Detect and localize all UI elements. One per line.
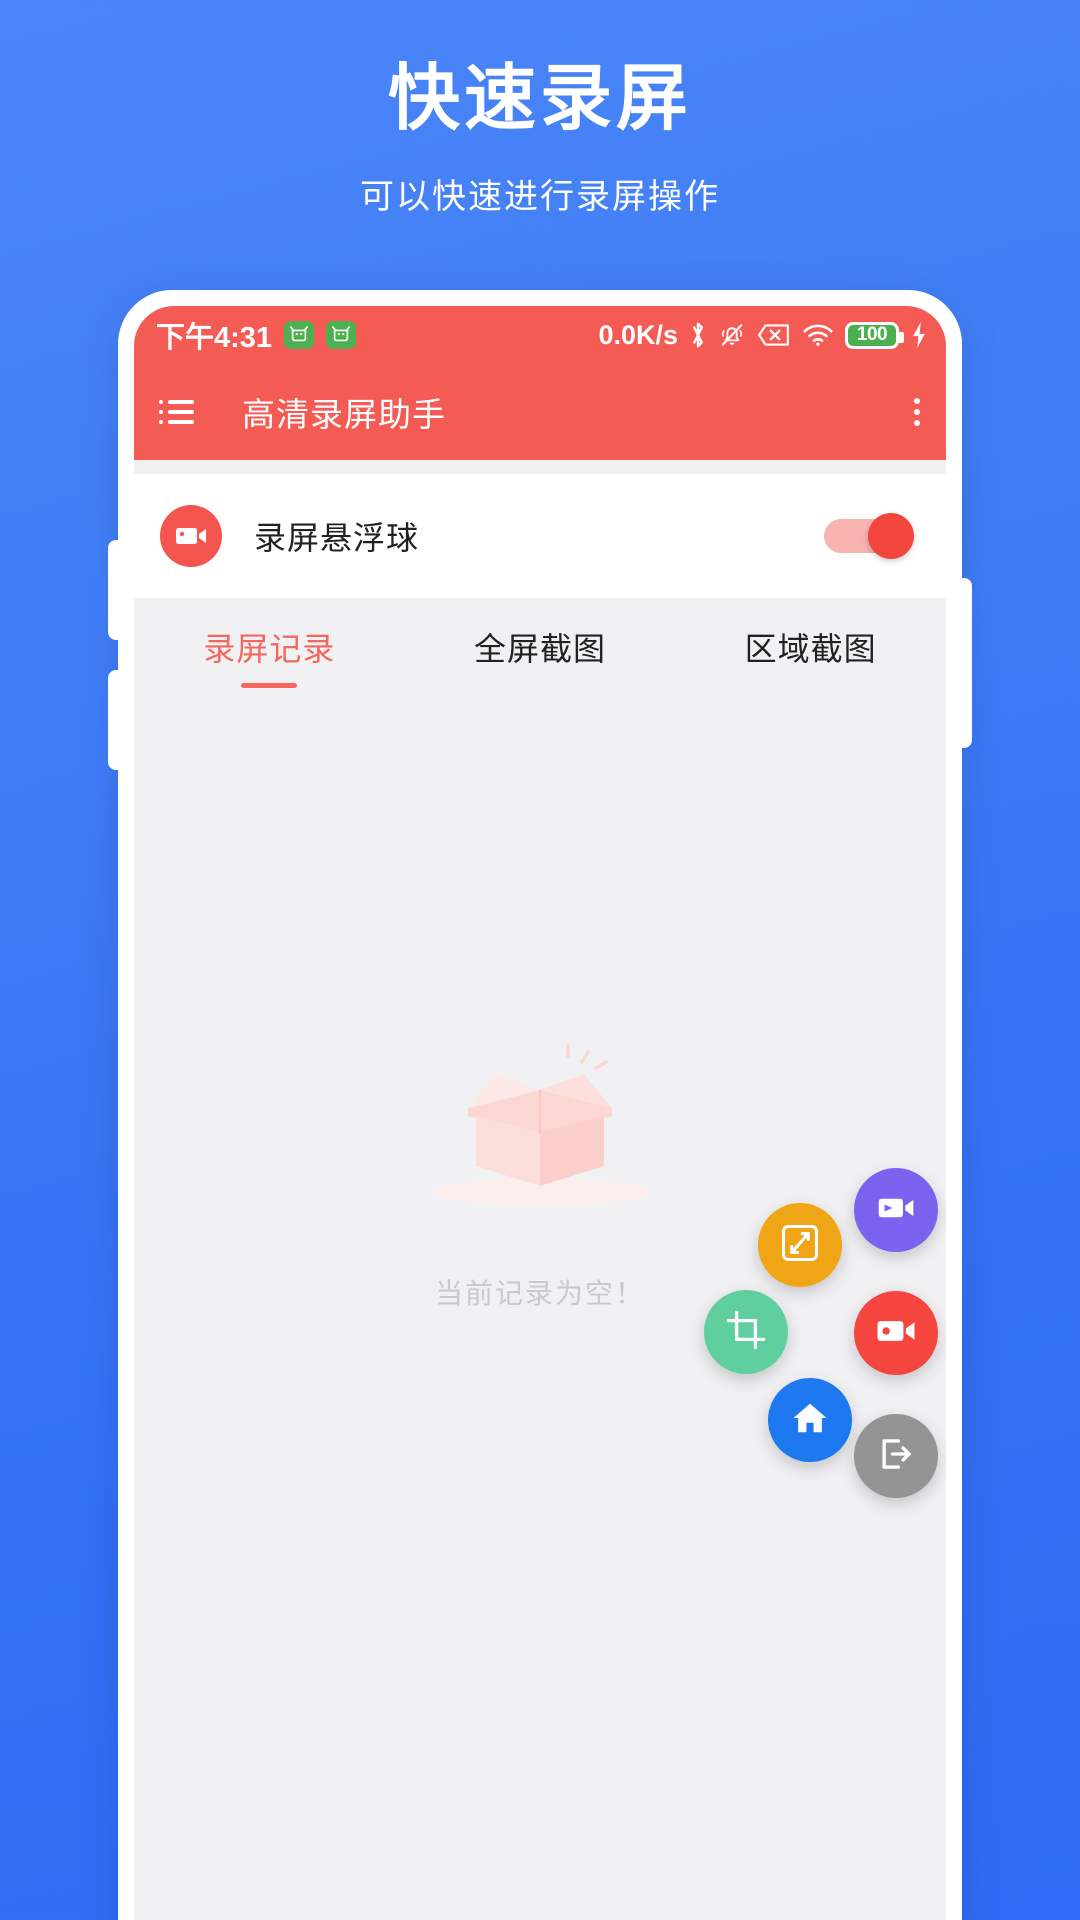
tab-bar: 录屏记录 全屏截图 区域截图 — [134, 598, 946, 716]
charging-bolt-icon — [910, 321, 928, 349]
empty-box-icon — [410, 1016, 670, 1216]
float-ball-card-wrapper: 录屏悬浮球 — [134, 460, 946, 598]
app-bar-title: 高清录屏助手 — [242, 396, 446, 433]
status-bar-right: 0.0K/s 100 — [598, 320, 928, 351]
more-vertical-icon[interactable] — [912, 398, 922, 426]
resize-corners-icon — [780, 1223, 820, 1268]
toggle-knob — [868, 513, 914, 559]
fullscreen-button[interactable] — [758, 1203, 842, 1287]
float-ball-card[interactable]: 录屏悬浮球 — [134, 474, 946, 598]
record-button[interactable] — [854, 1291, 938, 1375]
crop-icon — [726, 1310, 766, 1355]
video-camera-icon — [876, 1193, 916, 1228]
tab-label: 全屏截图 — [474, 631, 607, 667]
promo-subtitle: 可以快速进行录屏操作 — [360, 177, 720, 216]
tab-fullscreen-capture[interactable]: 全屏截图 — [405, 624, 676, 670]
status-time: 下午4:31 — [156, 322, 273, 354]
phone-volume-up-button — [108, 540, 120, 640]
android-robot-icon — [284, 321, 315, 349]
phone-screen: 下午4:31 0.0K/s 100 高清录屏助手 录屏悬浮球 录屏记录 全屏截图… — [134, 306, 946, 1920]
video-camera-icon — [875, 1315, 917, 1352]
tab-label: 录屏记录 — [203, 631, 336, 667]
content-area: 当前记录为空！ — [134, 716, 946, 1920]
video-camera-icon — [160, 505, 222, 567]
bell-muted-icon — [718, 321, 746, 349]
promo-title: 快速录屏 — [387, 59, 692, 139]
float-ball-toggle[interactable] — [824, 513, 914, 559]
empty-state-text: 当前记录为空！ — [434, 1278, 645, 1309]
promo-header: 快速录屏 可以快速进行录屏操作 — [0, 0, 1080, 218]
phone-power-button — [960, 578, 972, 748]
phone-volume-down-button — [108, 670, 120, 770]
tab-region-capture[interactable]: 区域截图 — [675, 624, 946, 670]
phone-mockup: 下午4:31 0.0K/s 100 高清录屏助手 录屏悬浮球 录屏记录 全屏截图… — [108, 290, 972, 1920]
app-bar: 高清录屏助手 — [134, 364, 946, 460]
exit-arrow-icon — [877, 1435, 915, 1478]
status-bar-left: 下午4:31 — [156, 314, 357, 356]
android-robot-icon — [326, 321, 357, 349]
battery-indicator: 100 — [845, 321, 904, 349]
battery-level: 100 — [856, 324, 888, 345]
record-video-button[interactable] — [854, 1168, 938, 1252]
wifi-icon — [802, 322, 834, 348]
float-ball-label: 录屏悬浮球 — [254, 520, 420, 556]
tab-recordings[interactable]: 录屏记录 — [134, 624, 405, 670]
exit-button[interactable] — [854, 1414, 938, 1498]
home-button[interactable] — [768, 1378, 852, 1462]
network-speed: 0.0K/s — [598, 319, 678, 350]
list-menu-icon[interactable] — [158, 397, 198, 427]
status-bar: 下午4:31 0.0K/s 100 — [134, 306, 946, 364]
tab-label: 区域截图 — [744, 631, 877, 667]
home-icon — [791, 1400, 829, 1441]
crop-button[interactable] — [704, 1290, 788, 1374]
bluetooth-icon — [689, 320, 707, 350]
no-sim-icon — [757, 322, 791, 348]
